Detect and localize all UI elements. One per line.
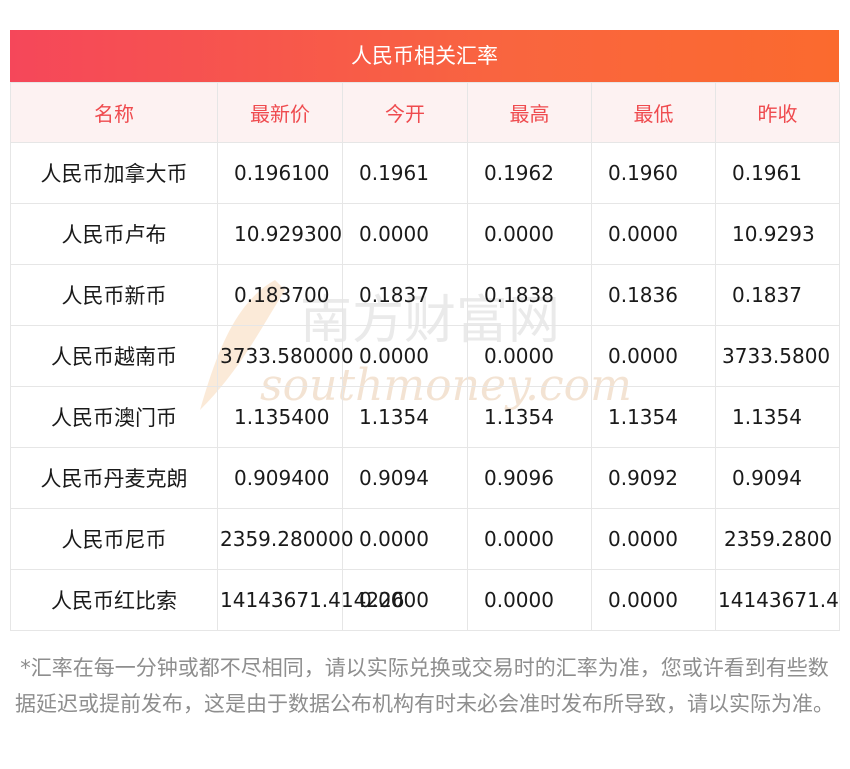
column-header-open: 今开 xyxy=(342,82,468,143)
column-header-high: 最高 xyxy=(467,82,592,143)
high-price: 0.9096 xyxy=(467,447,592,509)
currency-name: 人民币卢布 xyxy=(10,203,218,265)
rates-table: 名称 最新价 今开 最高 最低 昨收 人民币加拿大币 0.196100 0.19… xyxy=(10,82,840,631)
disclaimer-footnote: *汇率在每一分钟或都不尽相同，请以实际兑换或交易时的汇率为准，您或许看到有些数据… xyxy=(15,656,834,716)
column-header-latest: 最新价 xyxy=(217,82,343,143)
latest-price: 0.909400 xyxy=(217,447,343,509)
latest-price: 14143671.414226 xyxy=(217,569,405,631)
currency-name: 人民币丹麦克朗 xyxy=(10,447,218,509)
high-price: 0.0000 xyxy=(467,203,592,265)
prev-close-price: 0.9094 xyxy=(715,447,840,509)
currency-name: 人民币新币 xyxy=(10,264,218,326)
prev-close-price: 2359.2800 xyxy=(715,508,840,570)
table-row: 人民币越南币 3733.580000 0.0000 0.0000 0.0000 … xyxy=(10,325,840,387)
open-price: 0.1961 xyxy=(342,142,468,204)
high-price: 0.0000 xyxy=(467,508,592,570)
open-price: 1.1354 xyxy=(342,386,468,448)
table-row: 人民币尼币 2359.280000 0.0000 0.0000 0.0000 2… xyxy=(10,508,840,570)
low-price: 0.0000 xyxy=(591,508,716,570)
currency-name: 人民币红比索 xyxy=(10,569,218,631)
currency-name: 人民币加拿大币 xyxy=(10,142,218,204)
high-price: 0.1838 xyxy=(467,264,592,326)
table-row: 人民币红比索 14143671.414226 0.0000 0.0000 0.0… xyxy=(10,569,840,631)
low-price: 0.0000 xyxy=(591,569,716,631)
low-price: 0.1960 xyxy=(591,142,716,204)
prev-close-price: 10.9293 xyxy=(715,203,840,265)
low-price: 0.0000 xyxy=(591,203,716,265)
table-row: 人民币卢布 10.929300 0.0000 0.0000 0.0000 10.… xyxy=(10,203,840,265)
currency-name: 人民币澳门币 xyxy=(10,386,218,448)
open-price: 0.9094 xyxy=(342,447,468,509)
rates-panel: 人民币相关汇率 名称 最新价 今开 最高 最低 昨收 人民币加拿大币 0.196… xyxy=(10,30,840,631)
prev-close-price: 14143671.41 xyxy=(715,569,840,631)
table-header-row: 名称 最新价 今开 最高 最低 昨收 xyxy=(10,82,840,143)
latest-price: 1.135400 xyxy=(217,386,343,448)
open-price: 0.0000 xyxy=(342,508,468,570)
latest-price: 2359.280000 xyxy=(217,508,354,570)
low-price: 0.9092 xyxy=(591,447,716,509)
latest-price: 0.183700 xyxy=(217,264,343,326)
table-row: 人民币新币 0.183700 0.1837 0.1838 0.1836 0.18… xyxy=(10,264,840,326)
high-price: 1.1354 xyxy=(467,386,592,448)
column-header-low: 最低 xyxy=(591,82,716,143)
column-header-prev-close: 昨收 xyxy=(715,82,840,143)
latest-price: 0.196100 xyxy=(217,142,343,204)
latest-price: 3733.580000 xyxy=(217,325,354,387)
currency-name: 人民币越南币 xyxy=(10,325,218,387)
prev-close-price: 1.1354 xyxy=(715,386,840,448)
low-price: 1.1354 xyxy=(591,386,716,448)
prev-close-price: 0.1837 xyxy=(715,264,840,326)
open-price: 0.0000 xyxy=(342,325,468,387)
latest-price: 10.929300 xyxy=(217,203,343,265)
low-price: 0.0000 xyxy=(591,325,716,387)
open-price: 0.0000 xyxy=(342,203,468,265)
prev-close-price: 0.1961 xyxy=(715,142,840,204)
table-row: 人民币丹麦克朗 0.909400 0.9094 0.9096 0.9092 0.… xyxy=(10,447,840,509)
high-price: 0.0000 xyxy=(467,325,592,387)
table-row: 人民币澳门币 1.135400 1.1354 1.1354 1.1354 1.1… xyxy=(10,386,840,448)
high-price: 0.1962 xyxy=(467,142,592,204)
table-row: 人民币加拿大币 0.196100 0.1961 0.1962 0.1960 0.… xyxy=(10,142,840,204)
currency-name: 人民币尼币 xyxy=(10,508,218,570)
column-header-name: 名称 xyxy=(10,82,218,143)
high-price: 0.0000 xyxy=(467,569,592,631)
open-price: 0.0000 xyxy=(342,569,468,631)
prev-close-price: 3733.5800 xyxy=(715,325,840,387)
open-price: 0.1837 xyxy=(342,264,468,326)
low-price: 0.1836 xyxy=(591,264,716,326)
table-title: 人民币相关汇率 xyxy=(10,30,839,82)
